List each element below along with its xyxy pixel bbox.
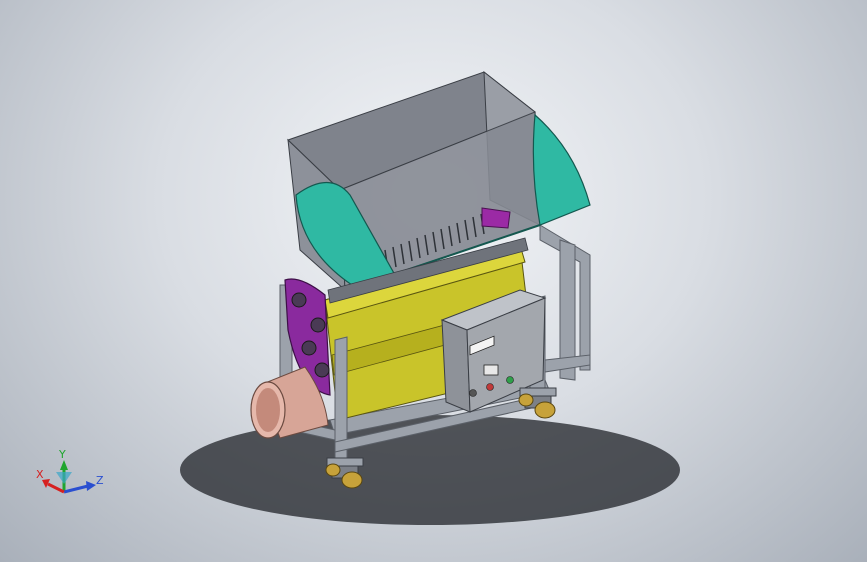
graphics-viewport[interactable]: Y Z X — [0, 0, 867, 562]
bearing-1 — [291, 292, 307, 308]
bearing-4 — [314, 362, 330, 378]
caster-rear — [518, 387, 557, 419]
bearing-3 — [301, 340, 317, 356]
orientation-triad: Y Z X — [36, 448, 104, 494]
start-button-icon — [506, 376, 514, 384]
power-button-icon — [469, 389, 477, 397]
floor-shadow — [180, 415, 680, 525]
triad-z-label: Z — [96, 474, 104, 487]
comb-bar-magenta — [481, 207, 511, 229]
x-axis-icon — [47, 482, 65, 494]
triad-y-label: Y — [58, 448, 66, 461]
side-guard-right — [532, 113, 591, 226]
model-canvas[interactable]: Y Z X — [0, 0, 867, 562]
triad-x-label: X — [36, 468, 44, 481]
stop-button-icon — [486, 383, 494, 391]
indicator-panel — [483, 364, 499, 376]
z-axis-icon — [63, 484, 89, 494]
bearing-2 — [310, 317, 326, 333]
